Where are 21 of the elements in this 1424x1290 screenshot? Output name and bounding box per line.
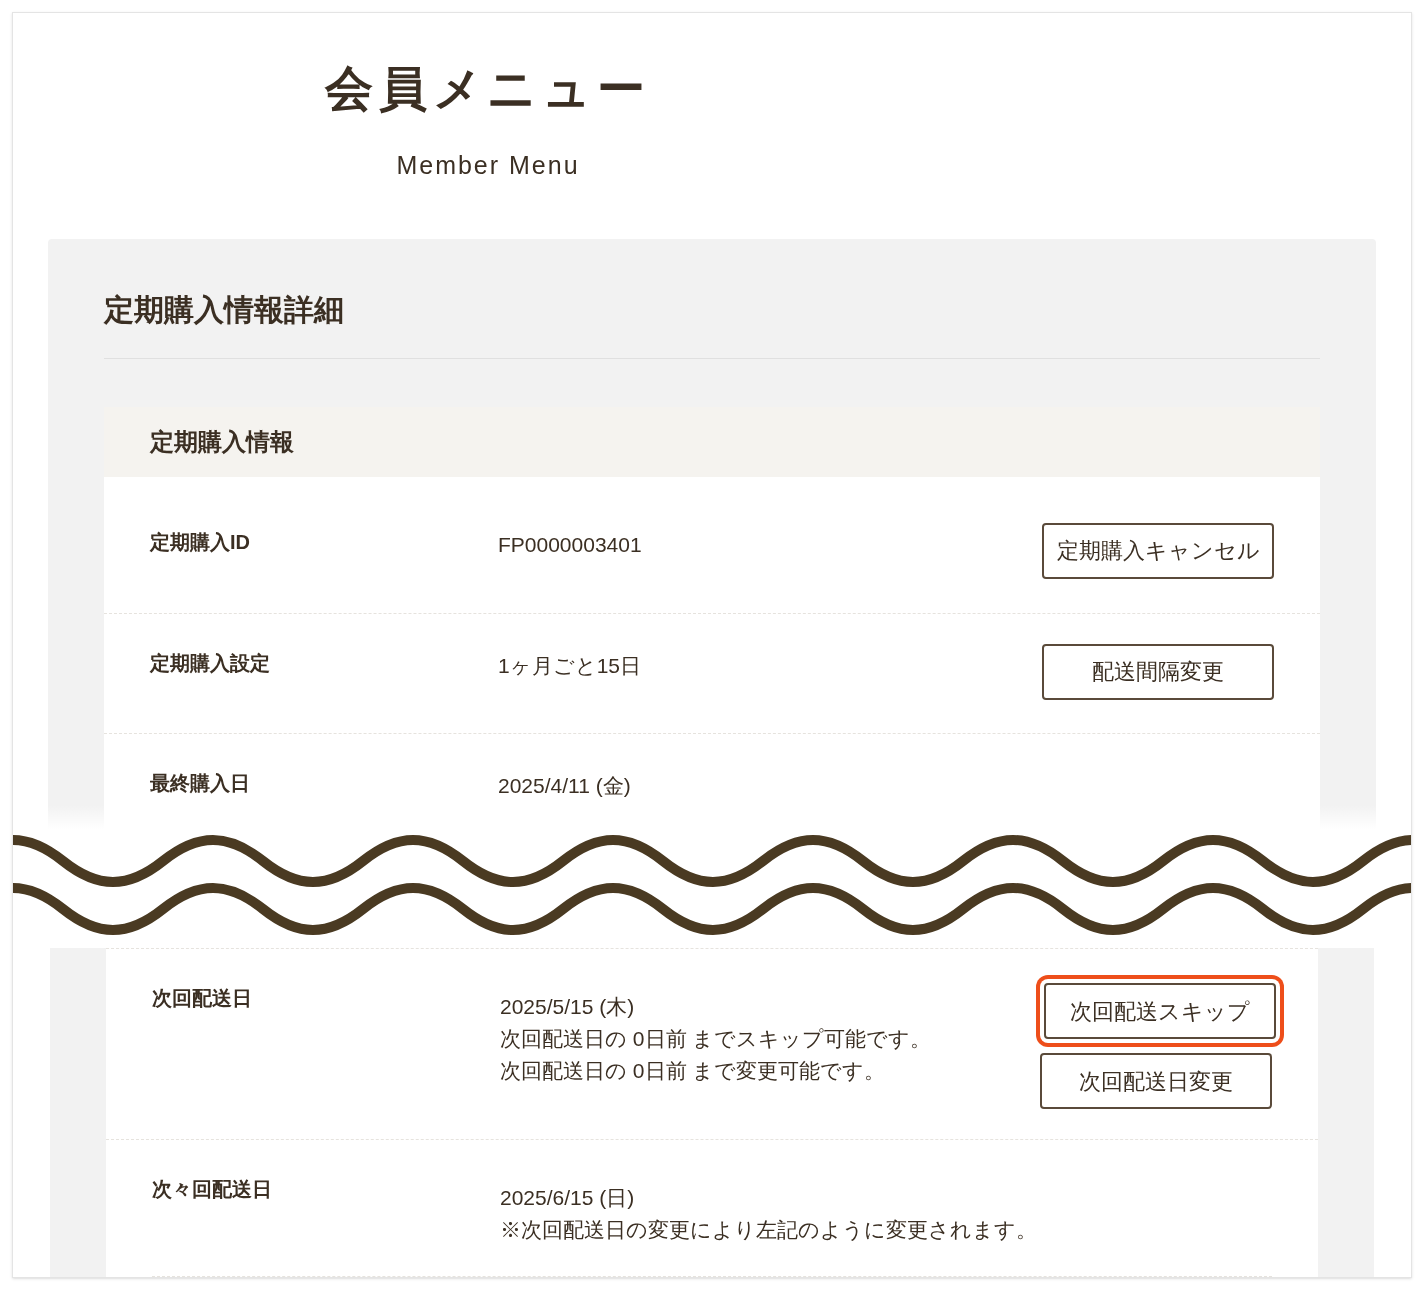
row-value: ※次回配送日の変更により左記のように変更されます。 bbox=[500, 1217, 1038, 1243]
action-button[interactable]: 次回配送日変更 bbox=[1040, 1053, 1272, 1109]
row-value: 1ヶ月ごと15日 bbox=[498, 652, 643, 679]
action-button[interactable]: 定期購入キャンセル bbox=[1042, 522, 1274, 579]
row-label: 定期購入ID bbox=[150, 529, 251, 555]
row-value: 次回配送日の 0日前 までスキップ可能です。 bbox=[500, 1026, 933, 1052]
page-title: 会員メニュー bbox=[325, 61, 651, 117]
page-subtitle: Member Menu bbox=[396, 150, 580, 181]
row-value: 2025/5/15 (木) bbox=[500, 994, 636, 1020]
action-button[interactable]: 次回配送スキップ bbox=[1044, 983, 1276, 1039]
row-label: 定期購入設定 bbox=[150, 650, 271, 676]
row-value: FP0000003401 bbox=[498, 531, 643, 558]
panel-title: 定期購入情報詳細 bbox=[104, 286, 1320, 359]
row-label: 次々回配送日 bbox=[152, 1177, 273, 1202]
row-value: 2025/6/15 (日) bbox=[500, 1185, 636, 1211]
action-button[interactable]: 配送間隔変更 bbox=[1042, 643, 1274, 700]
row-label: 最終購入日 bbox=[150, 770, 251, 796]
row-value: 2025/4/11 (金) bbox=[498, 772, 632, 799]
row-label: 次回配送日 bbox=[152, 986, 253, 1011]
row-value: 次回配送日の 0日前 まで変更可能です。 bbox=[500, 1058, 887, 1084]
card-header: 定期購入情報 bbox=[104, 406, 1320, 477]
